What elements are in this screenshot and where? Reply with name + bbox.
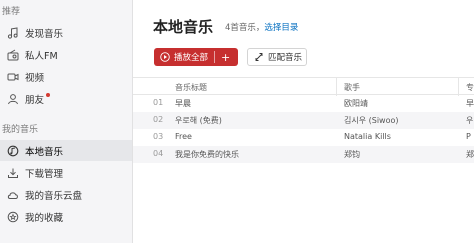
table-row[interactable]: 03 Free Natalia Kills P [133,129,474,146]
column-header-title[interactable]: 音乐标题 [175,82,207,93]
track-title: 우로해 (免费) [175,116,222,125]
match-music-button[interactable]: 匹配音乐 [247,48,307,66]
sidebar-item-label: 下载管理 [25,168,64,180]
column-header-artist[interactable]: 歌手 [344,82,360,93]
sidebar-item-favorites[interactable]: 我的收藏 [0,206,132,227]
track-album[interactable]: 早 [466,98,474,109]
sidebar-item-label: 本地音乐 [25,146,64,158]
track-number: 04 [153,149,164,158]
cloud-icon [7,189,19,201]
video-icon [7,71,19,83]
track-artist[interactable]: 欧阳靖 [344,98,368,109]
sidebar-item-cloud[interactable]: 我的音乐云盘 [0,184,132,205]
track-count: 4首音乐，选择目录 [225,21,298,33]
sidebar-item-video[interactable]: 视频 [0,66,132,87]
track-artist[interactable]: Natalia Kills [344,132,391,141]
section-title-recommend: 推荐 [2,7,21,17]
download-icon [7,167,19,179]
track-title: 早晨 [175,99,191,108]
table-header: 音乐标题 歌手 专 [133,77,474,96]
local-music-icon [7,145,19,157]
track-title: Free [175,132,192,141]
column-divider [336,78,337,96]
sidebar-item-label: 私人FM [25,50,58,62]
button-divider [214,51,216,63]
table-row[interactable]: 02 우로해 (免费) 김시우 (Siwoo) 우 [133,112,474,129]
column-divider [458,78,459,96]
choose-directory-link[interactable]: 选择目录 [264,23,298,33]
track-album[interactable]: P [466,132,471,141]
play-icon [160,52,170,62]
favorites-icon [7,211,19,223]
track-album[interactable]: 郑 [466,149,474,160]
table-row[interactable]: 04 我是你免费的快乐 郑钧 郑 [133,146,474,163]
sidebar-item-label: 朋友 [25,94,45,106]
friends-icon [7,93,19,105]
music-table: 音乐标题 歌手 专 01 早晨 欧阳靖 早 02 우로해 (免费) 김시우 (S… [133,77,474,163]
sidebar-item-label: 我的音乐云盘 [25,190,83,202]
page-title: 本地音乐 [153,18,214,36]
sidebar-item-label: 我的收藏 [25,212,64,224]
match-music-label: 匹配音乐 [268,53,303,63]
section-title-my-music: 我的音乐 [2,125,39,135]
track-album[interactable]: 우 [466,115,473,126]
column-header-album[interactable]: 专 [466,82,474,93]
sidebar-item-label: 发现音乐 [25,28,64,40]
sidebar-item-fm[interactable]: 私人FM [0,44,132,65]
track-number: 01 [153,98,164,107]
track-count-text: 4首音乐， [225,23,265,33]
track-number: 02 [153,115,164,124]
main-content: 本地音乐 4首音乐，选择目录 播放全部 + 匹配音乐 音乐标题 歌手 专 01 … [133,0,474,243]
track-artist[interactable]: 郑钧 [344,149,360,160]
music-note-icon [7,26,19,39]
sidebar-item-local-music[interactable]: 本地音乐 [0,140,132,161]
refresh-icon [255,53,263,61]
sidebar-item-discover[interactable]: 发现音乐 [0,22,132,43]
track-artist[interactable]: 김시우 (Siwoo) [344,115,399,126]
table-row[interactable]: 01 早晨 欧阳靖 早 [133,95,474,112]
sidebar-item-downloads[interactable]: 下载管理 [0,162,132,183]
track-title: 我是你免费的快乐 [175,150,239,159]
sidebar: 推荐 发现音乐 私人FM 视频 朋友 我的音乐 本地音乐 下载管理 我的音乐云盘… [0,0,133,243]
track-number: 03 [153,132,164,141]
sidebar-item-friends[interactable]: 朋友 [0,88,132,109]
sidebar-item-label: 视频 [25,72,45,84]
radio-icon [7,49,19,61]
add-to-playlist-button[interactable]: + [221,52,230,63]
notification-dot [46,93,51,97]
play-all-label: 播放全部 [174,53,209,63]
play-all-button[interactable]: 播放全部 + [154,48,238,66]
